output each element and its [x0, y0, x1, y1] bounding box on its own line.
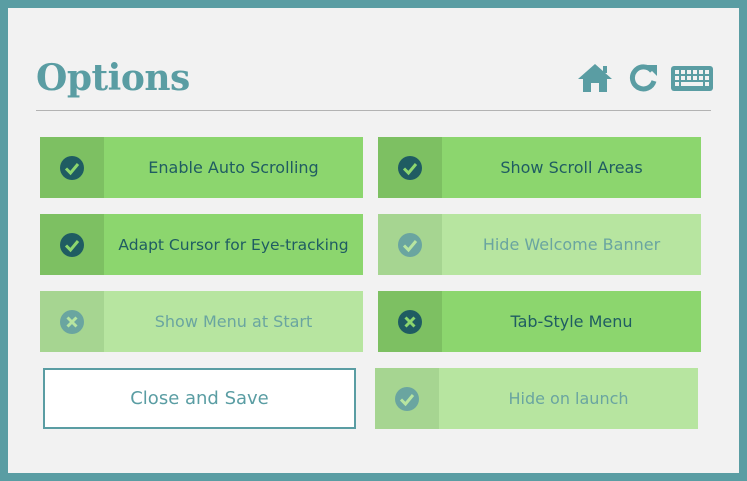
option-label: Hide Welcome Banner	[482, 235, 661, 254]
close-and-save-button[interactable]: Close and Save	[43, 368, 356, 429]
option-label: Tab-Style Menu	[510, 312, 633, 331]
option-show-menu-at-start[interactable]: Show Menu at Start	[40, 291, 363, 352]
options-dialog: Options Enable Auto Scrolling Show Scrol…	[0, 0, 747, 481]
dialog-title: Options	[36, 57, 190, 99]
keyboard-icon[interactable]	[670, 62, 714, 94]
cross-icon	[40, 291, 104, 352]
check-icon	[40, 137, 104, 198]
option-label: Adapt Cursor for Eye-tracking	[118, 235, 349, 254]
check-icon	[375, 368, 439, 429]
check-icon	[40, 214, 104, 275]
cross-icon	[378, 291, 442, 352]
header-divider	[36, 110, 711, 111]
option-enable-auto-scrolling[interactable]: Enable Auto Scrolling	[40, 137, 363, 198]
option-label: Show Scroll Areas	[500, 158, 643, 177]
option-label: Hide on launch	[508, 389, 629, 408]
option-label: Enable Auto Scrolling	[148, 158, 319, 177]
option-hide-welcome-banner[interactable]: Hide Welcome Banner	[378, 214, 701, 275]
option-hide-on-launch[interactable]: Hide on launch	[375, 368, 698, 429]
refresh-icon[interactable]	[626, 62, 660, 94]
option-show-scroll-areas[interactable]: Show Scroll Areas	[378, 137, 701, 198]
option-tab-style-menu[interactable]: Tab-Style Menu	[378, 291, 701, 352]
check-icon	[378, 137, 442, 198]
home-icon[interactable]	[576, 62, 614, 94]
option-adapt-cursor-eye-tracking[interactable]: Adapt Cursor for Eye-tracking	[40, 214, 363, 275]
check-icon	[378, 214, 442, 275]
option-label: Show Menu at Start	[154, 312, 313, 331]
